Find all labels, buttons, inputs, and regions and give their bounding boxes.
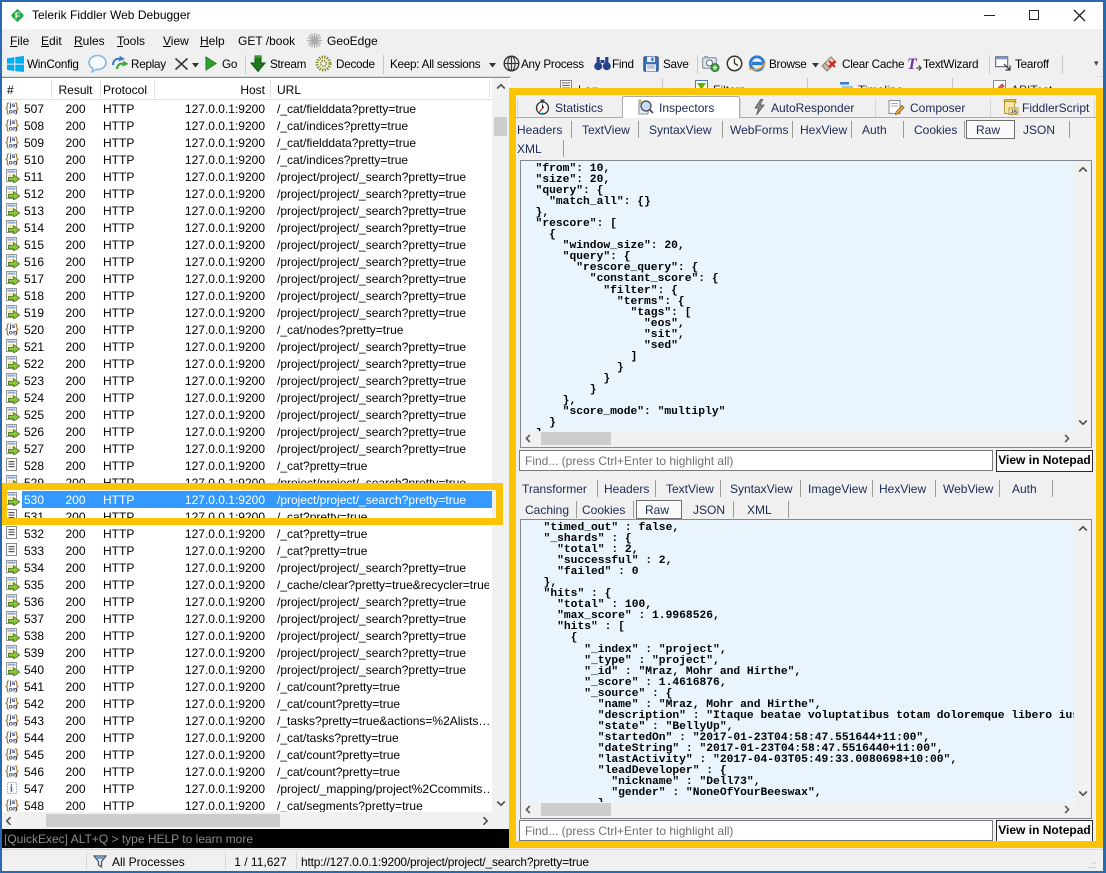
svg-text:on: on	[9, 160, 17, 166]
svg-text:on: on	[9, 330, 17, 336]
svg-text:on: on	[9, 143, 17, 149]
svg-text:on: on	[9, 721, 17, 727]
svg-text:F: F	[15, 10, 20, 20]
svg-text:on: on	[9, 772, 17, 778]
svg-text:on: on	[9, 687, 17, 693]
svg-text:T: T	[907, 56, 918, 72]
svg-text:on: on	[9, 738, 17, 744]
svg-text:on: on	[9, 704, 17, 710]
svg-text:i: i	[10, 784, 13, 795]
svg-text:on: on	[9, 126, 17, 132]
svg-text:on: on	[9, 755, 17, 761]
svg-text:on: on	[9, 109, 17, 115]
